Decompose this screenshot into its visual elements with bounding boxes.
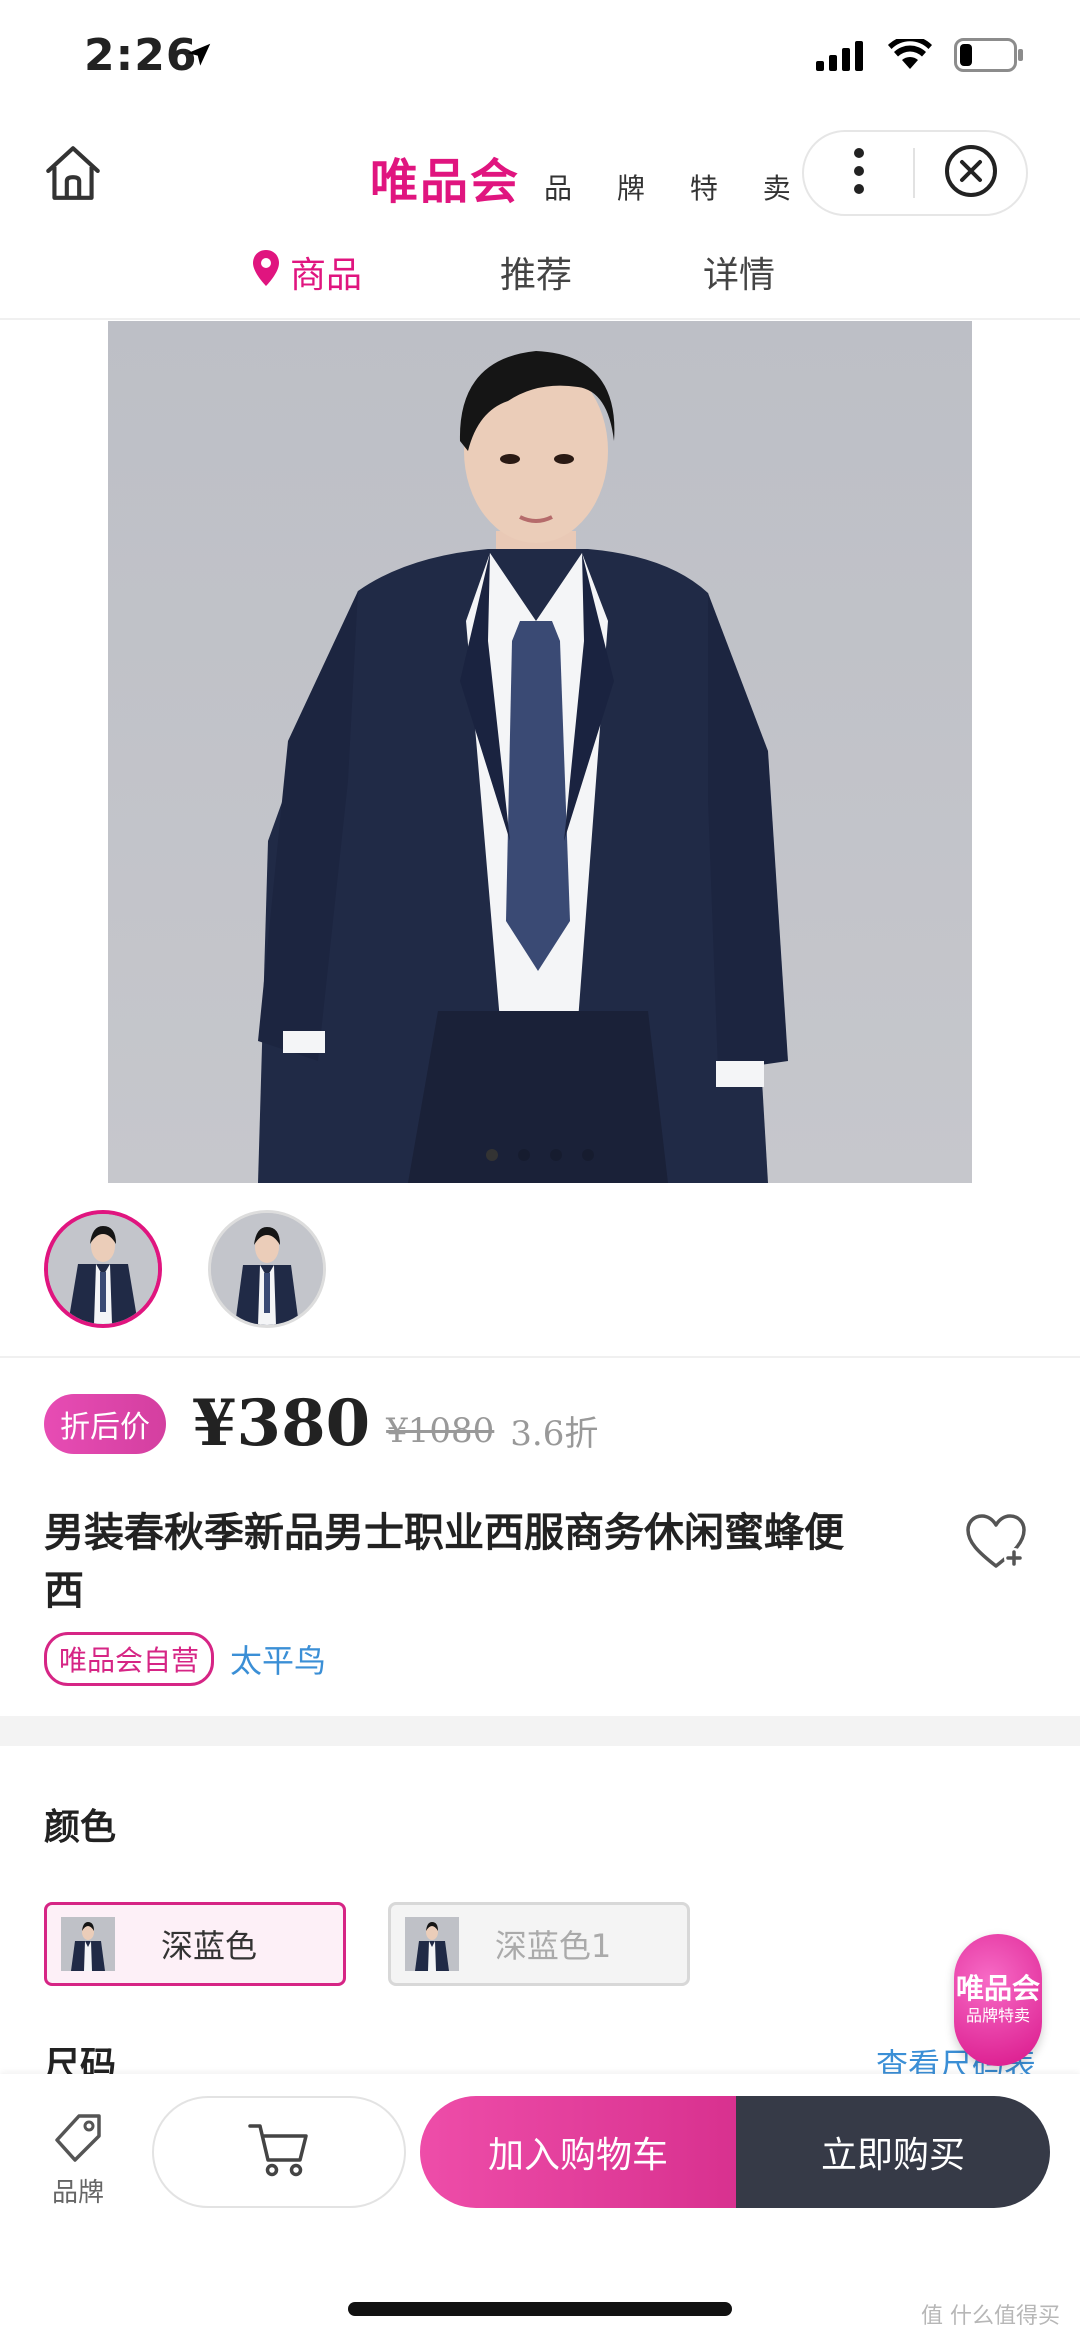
float-badge-title: 唯品会: [955, 1972, 1040, 2005]
thumbnail-photo: [211, 1213, 323, 1325]
color-swatch-photo: [61, 1917, 115, 1971]
tab-goods-label: 商品: [290, 255, 363, 296]
thumbnail-1[interactable]: [44, 1210, 162, 1328]
close-circle-icon: [943, 143, 999, 203]
bottom-action-bar: 品牌 加入购物车 立即购买 值 什么值得买: [0, 2074, 1080, 2337]
discount-rate: 3.6折: [510, 1414, 599, 1454]
home-button[interactable]: [40, 140, 110, 210]
tab-recommend[interactable]: 推荐: [500, 246, 572, 298]
mini-program-capsule: [802, 130, 1028, 216]
divider: [0, 1356, 1080, 1358]
brand-button-label: 品牌: [51, 2178, 104, 2208]
original-price: ¥1080: [386, 1410, 495, 1451]
logo-text: 唯品会: [370, 154, 521, 210]
thumbnail-2[interactable]: [208, 1210, 326, 1328]
tab-goods[interactable]: 商品: [252, 246, 362, 298]
more-dots-icon: [853, 147, 865, 199]
color-option-label: 深蓝色: [160, 1927, 257, 1965]
cart-button[interactable]: [152, 2096, 406, 2208]
color-option-navy-1[interactable]: 深蓝色1: [388, 1902, 690, 1986]
price-row: 折后价 ¥380 ¥1080 3.6折: [44, 1386, 598, 1461]
status-time: 2:26: [84, 30, 198, 81]
home-indicator: [348, 2302, 732, 2316]
color-option-label: 深蓝色1: [494, 1927, 612, 1965]
close-button[interactable]: [915, 132, 1026, 214]
favorite-button[interactable]: [964, 1512, 1034, 1582]
color-label: 颜色: [44, 1807, 117, 1848]
carousel-dot: [518, 1149, 530, 1161]
buy-now-button[interactable]: 立即购买: [736, 2096, 1050, 2208]
app-logo: 唯品会 品 牌 特 卖: [370, 142, 809, 212]
logo-subtitle: 品 牌 特 卖: [544, 172, 809, 205]
carousel-dot: [582, 1149, 594, 1161]
product-tabs: 商品 推荐 详情: [0, 236, 1080, 320]
home-icon: [40, 146, 106, 210]
model-suit-photo: [258, 351, 788, 1183]
brand-link[interactable]: 太平鸟: [230, 1636, 326, 1682]
product-image-carousel[interactable]: [108, 321, 972, 1183]
cart-icon: [248, 2122, 310, 2182]
float-badge-subtitle: 品牌特卖: [965, 2006, 1030, 2025]
discount-price-badge: 折后价: [44, 1393, 166, 1454]
heart-plus-icon: [964, 1514, 1028, 1576]
product-title: 男装春秋季新品男士职业西服商务休闲蜜蜂便西: [44, 1510, 844, 1614]
thumbnail-photo: [48, 1214, 158, 1324]
product-tags: 唯品会自营 太平鸟: [44, 1632, 326, 1686]
battery-icon: [954, 38, 1024, 76]
more-button[interactable]: [804, 132, 913, 214]
add-to-cart-button[interactable]: 加入购物车: [420, 2096, 736, 2208]
carousel-dots: [108, 1149, 972, 1161]
signal-icon: [816, 39, 866, 75]
tab-recommend-label: 推荐: [500, 255, 573, 296]
location-pin-icon: [252, 249, 280, 296]
header: 唯品会 品 牌 特 卖: [0, 120, 1080, 230]
location-arrow-icon: [184, 40, 214, 74]
wifi-icon: [888, 35, 932, 75]
brand-button[interactable]: 品牌: [38, 2110, 118, 2209]
tab-details-label: 详情: [703, 255, 776, 296]
self-operated-tag: 唯品会自营: [44, 1632, 215, 1686]
section-gap: [0, 1716, 1080, 1746]
carousel-dot: [550, 1149, 562, 1161]
thumbnail-strip: [44, 1210, 326, 1328]
current-price: ¥380: [192, 1386, 371, 1461]
color-swatch-photo: [405, 1917, 459, 1971]
status-bar: 2:26: [0, 0, 1080, 120]
tab-details[interactable]: 详情: [703, 246, 775, 298]
color-option-navy[interactable]: 深蓝色: [44, 1902, 346, 1986]
vip-floating-button[interactable]: 唯品会 品牌特卖: [954, 1934, 1042, 2066]
watermark: 值 什么值得买: [921, 2304, 1060, 2329]
carousel-dot: [486, 1149, 498, 1161]
tag-icon: [51, 2110, 105, 2168]
